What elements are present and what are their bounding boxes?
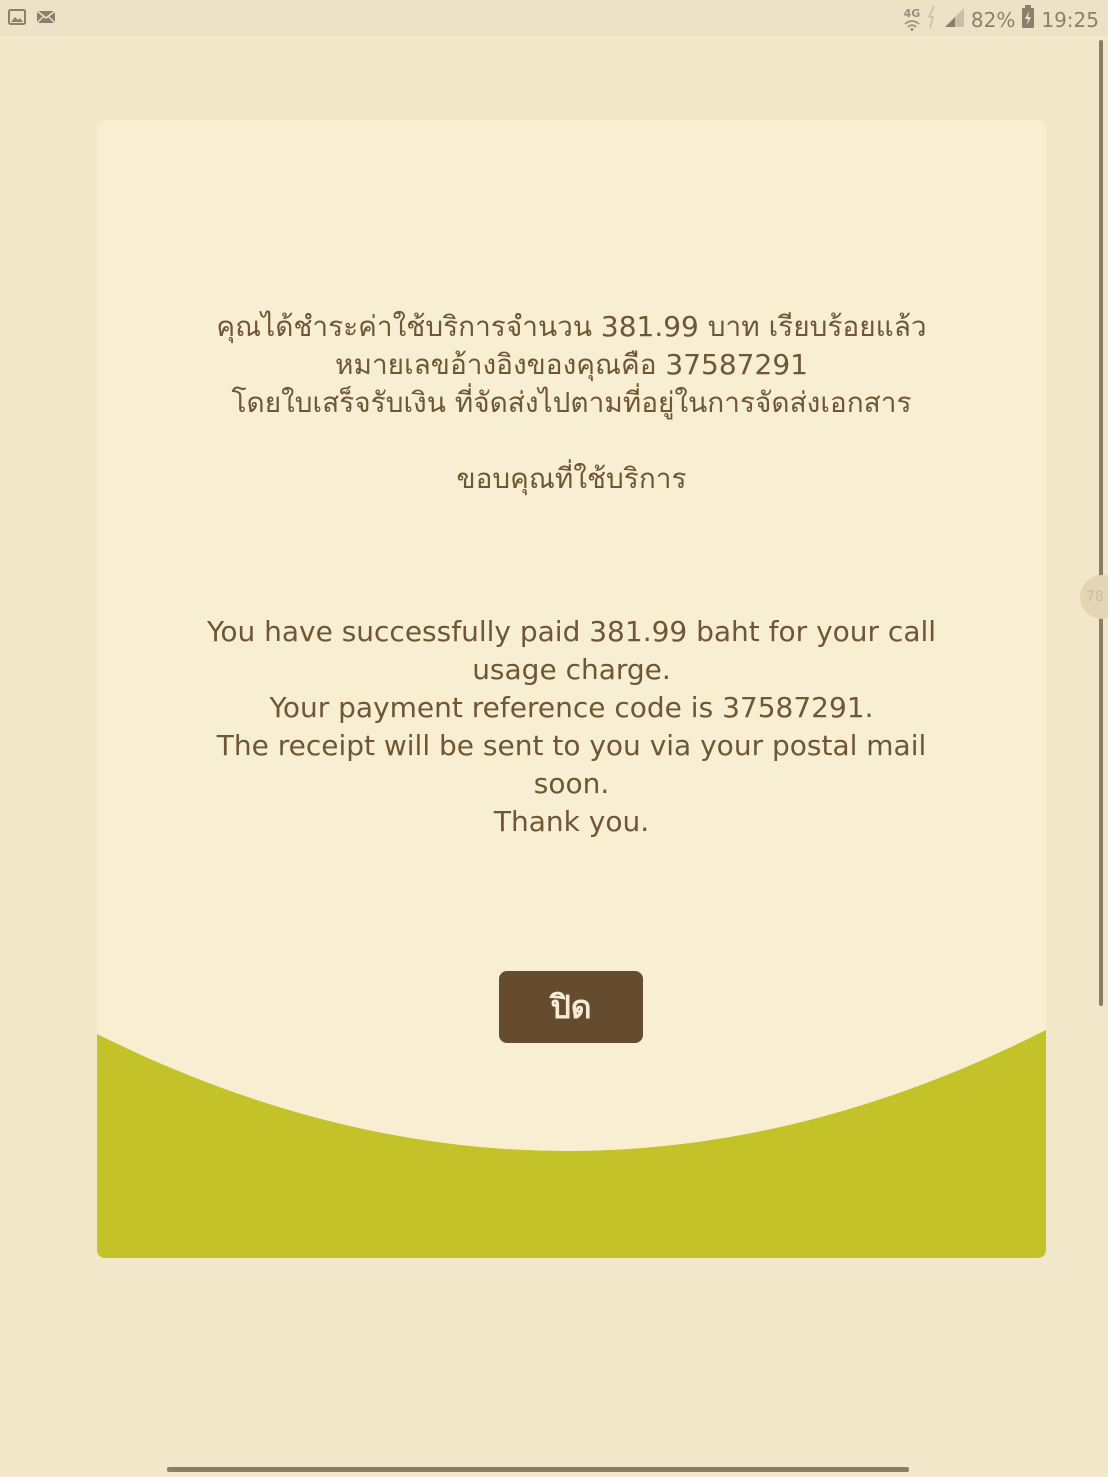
english-message-line: The receipt will be sent to you via your… xyxy=(216,729,927,800)
thai-message-line: หมายเลขอ้างอิงของคุณคือ 37587291 xyxy=(335,348,808,381)
thai-message-line: คุณได้ชำระค่าใช้บริการจำนวน 381.99 บาท เ… xyxy=(216,310,927,343)
scrollbar[interactable] xyxy=(1099,40,1103,1006)
image-icon xyxy=(8,8,26,30)
bottom-navigation-bar xyxy=(167,1467,909,1472)
floating-side-handle[interactable]: 78 xyxy=(1080,575,1108,619)
data-transfer-icon xyxy=(927,5,937,34)
thai-message-line: โดยใบเสร็จรับเงิน ที่จัดส่งไปตามที่อยู่ใ… xyxy=(231,386,912,419)
english-thanks: Thank you. xyxy=(493,805,650,838)
status-bar-left xyxy=(8,8,56,30)
status-bar-right: 4G 82% 19:25 xyxy=(903,5,1099,34)
status-bar: 4G 82% 19:25 xyxy=(0,0,1108,36)
clock: 19:25 xyxy=(1041,7,1099,32)
signal-icon xyxy=(943,6,965,33)
english-message-line: Your payment reference code is 37587291. xyxy=(269,691,874,724)
thai-message: คุณได้ชำระค่าใช้บริการจำนวน 381.99 บาท เ… xyxy=(97,308,1046,422)
english-message: You have successfully paid 381.99 baht f… xyxy=(177,613,966,803)
mail-icon xyxy=(36,8,56,30)
network-type-label: 4G xyxy=(903,7,921,20)
payment-success-dialog: คุณได้ชำระค่าใช้บริการจำนวน 381.99 บาท เ… xyxy=(97,120,1046,1258)
side-handle-label: 78 xyxy=(1086,589,1104,605)
battery-percent: 82% xyxy=(970,7,1016,32)
wifi-icon: 4G xyxy=(903,8,921,31)
thai-thanks: ขอบคุณที่ใช้บริการ xyxy=(456,462,687,495)
english-message-line: You have successfully paid 381.99 baht f… xyxy=(206,615,937,686)
battery-charging-icon xyxy=(1021,5,1035,34)
close-button[interactable]: ปิด xyxy=(499,971,643,1043)
